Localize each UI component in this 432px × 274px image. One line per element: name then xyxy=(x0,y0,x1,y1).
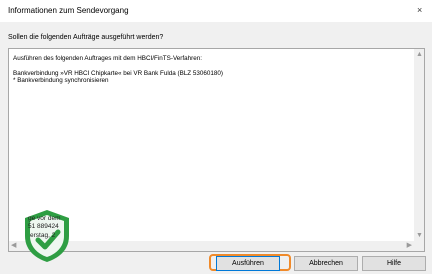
scroll-right-icon[interactable]: ▶ xyxy=(407,242,412,249)
scroll-down-icon[interactable]: ▼ xyxy=(416,232,423,239)
title-bar: Informationen zum Sendevorgang × xyxy=(0,0,432,22)
details-line: * Bankverbindung synchronisieren xyxy=(13,77,109,84)
dialog-title: Informationen zum Sendevorgang xyxy=(8,6,129,15)
close-icon[interactable]: × xyxy=(417,5,422,15)
help-button[interactable]: Hilfe xyxy=(362,256,426,271)
confirmation-prompt: Sollen die folgenden Aufträge ausgeführt… xyxy=(8,34,164,41)
vertical-scrollbar[interactable]: ▲ ▼ xyxy=(414,49,424,241)
execute-button[interactable]: Ausführen xyxy=(216,256,280,271)
scroll-left-icon[interactable]: ◀ xyxy=(11,242,16,249)
send-info-dialog: Informationen zum Sendevorgang × Sollen … xyxy=(0,0,432,274)
shield-overlay-text: erstag, 2 xyxy=(30,232,56,239)
shield-overlay-text: 51 889424 xyxy=(28,223,59,230)
scroll-up-icon[interactable]: ▲ xyxy=(416,51,423,58)
scrollbar-corner xyxy=(414,241,424,251)
security-shield-badge: ge vor dem 51 889424 erstag, 2 xyxy=(22,208,72,264)
details-line: Bankverbindung »VR HBCI Chipkarte« bei V… xyxy=(13,70,224,77)
details-line: Ausführen des folgenden Auftrages mit de… xyxy=(13,55,203,62)
cancel-button[interactable]: Abbrechen xyxy=(294,256,358,271)
shield-overlay-text: ge vor dem xyxy=(28,215,61,222)
